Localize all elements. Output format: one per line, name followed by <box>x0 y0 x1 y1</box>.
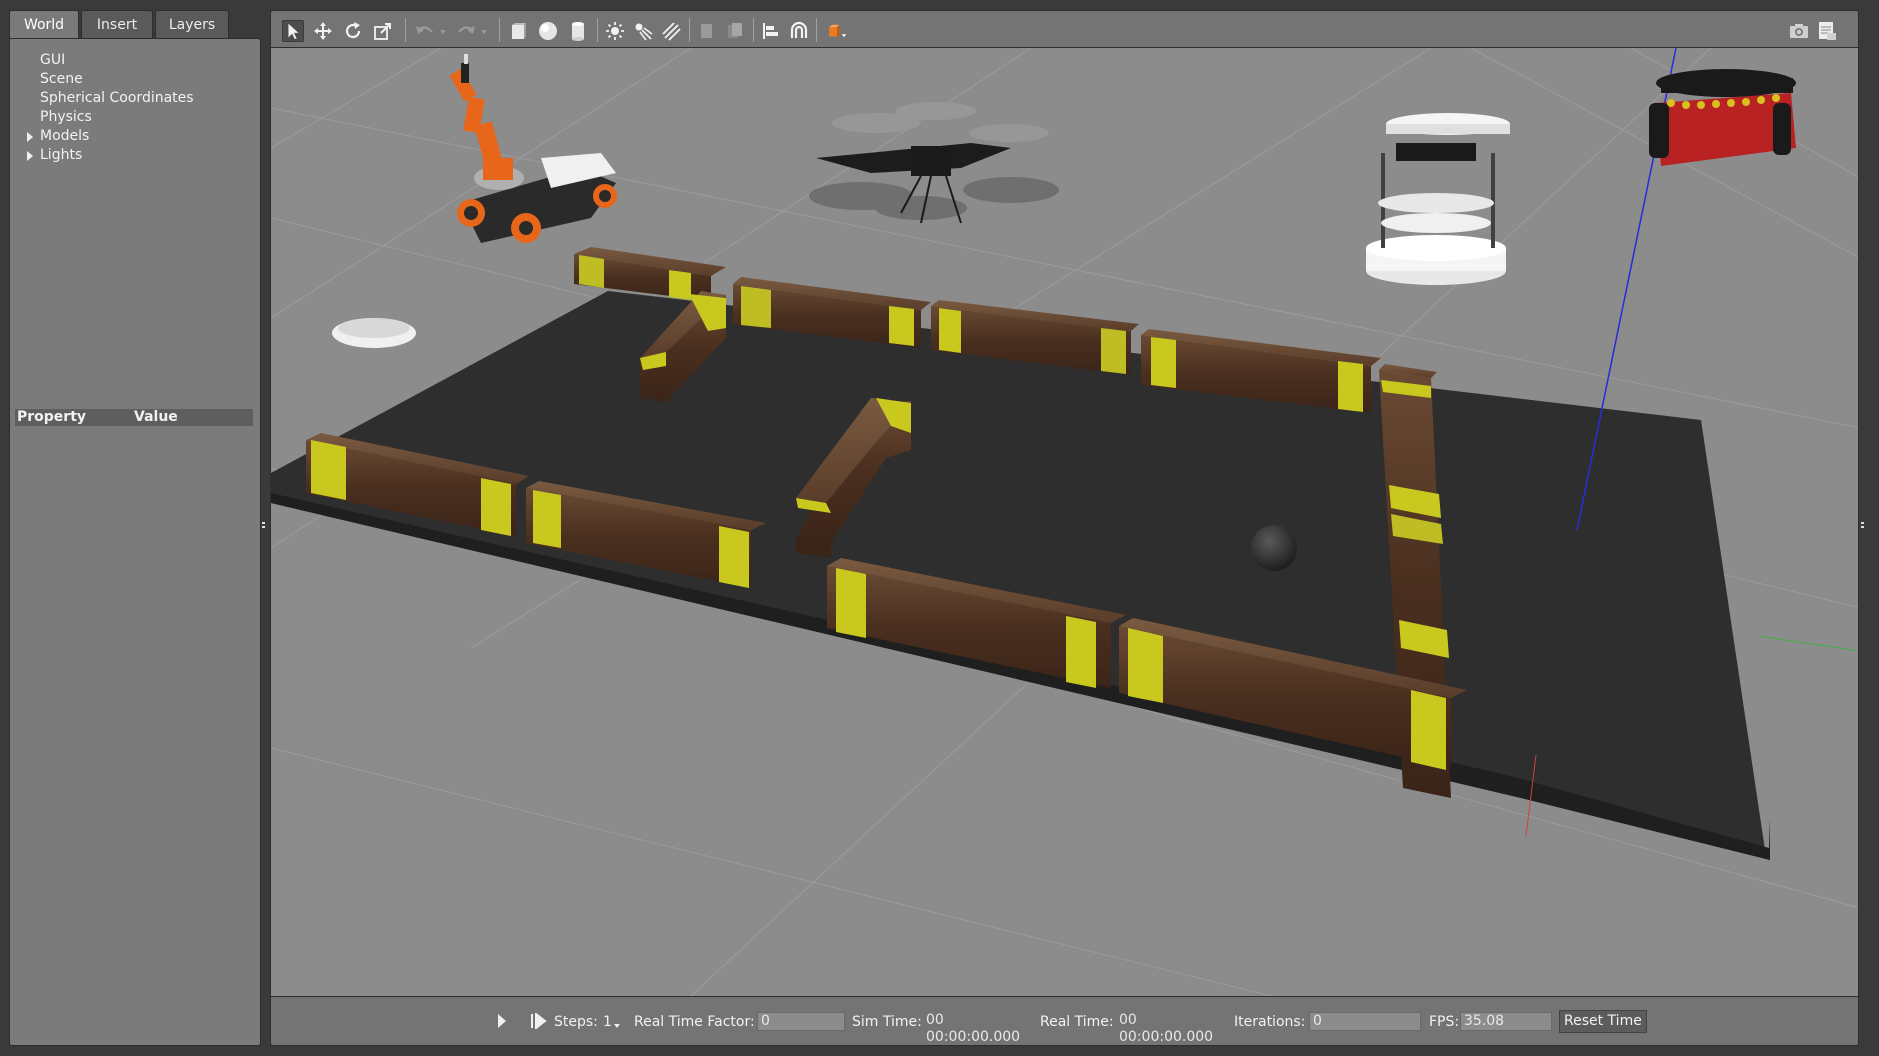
tree-item-spherical-coordinates[interactable]: Spherical Coordinates <box>10 89 260 108</box>
tab-layers[interactable]: Layers <box>155 10 229 38</box>
steps-value[interactable]: 1 <box>603 1012 612 1032</box>
value-column-header[interactable]: Value <box>134 409 178 426</box>
tree-item-label: Physics <box>40 109 92 125</box>
toolbar-separator <box>816 18 817 42</box>
steps-dropdown-icon[interactable] <box>614 1024 620 1028</box>
bowl-object[interactable] <box>332 318 416 348</box>
spot-light-icon[interactable] <box>632 20 654 42</box>
play-icon[interactable] <box>498 1014 506 1028</box>
iterations-label: Iterations: <box>1234 1014 1306 1030</box>
toolbar-separator <box>753 18 754 42</box>
iterations-value: 0 <box>1309 1012 1421 1031</box>
pioneer-robot[interactable] <box>1649 69 1796 166</box>
box-icon[interactable] <box>507 20 529 42</box>
align-icon[interactable] <box>760 20 782 42</box>
toolbar-separator <box>405 18 406 42</box>
real-time-factor-value: 0 <box>757 1012 845 1031</box>
toolbar-separator <box>689 18 690 42</box>
translate-icon[interactable] <box>312 20 334 42</box>
toolbar <box>270 10 1859 48</box>
tree-item-scene[interactable]: Scene <box>10 70 260 89</box>
select-arrow-icon[interactable] <box>282 20 304 42</box>
expand-arrow-icon[interactable] <box>27 151 33 161</box>
toolbar-separator <box>499 18 500 42</box>
real-time-label: Real Time: <box>1040 1014 1114 1030</box>
rotate-icon[interactable] <box>342 20 364 42</box>
tree-item-label: Scene <box>40 71 83 87</box>
tree-item-physics[interactable]: Physics <box>10 108 260 127</box>
snap-icon[interactable] <box>788 20 810 42</box>
tree-item-models[interactable]: Models <box>10 127 260 146</box>
left-splitter-grip[interactable] <box>262 522 266 532</box>
ball-object[interactable] <box>1251 525 1297 571</box>
step-icon[interactable] <box>531 1011 547 1031</box>
sim-time-label: Sim Time: <box>852 1014 922 1030</box>
gazebo-window: World Insert Layers GUI Scene Spherical … <box>0 0 1879 1056</box>
tree-item-lights[interactable]: Lights <box>10 146 260 165</box>
right-splitter-grip[interactable] <box>1861 522 1865 532</box>
tree-item-label: Lights <box>40 147 83 163</box>
world-tree: GUI Scene Spherical Coordinates Physics … <box>10 51 260 165</box>
toolbar-separator <box>597 18 598 42</box>
left-panel: World Insert Layers GUI Scene Spherical … <box>9 10 261 1046</box>
paste-icon[interactable] <box>724 20 746 42</box>
scale-icon[interactable] <box>372 20 394 42</box>
reset-time-button[interactable]: Reset Time <box>1559 1010 1647 1033</box>
property-column-header[interactable]: Property <box>17 409 86 426</box>
tree-item-gui[interactable]: GUI <box>10 51 260 70</box>
sim-time-value: 00 00:00:00.000 <box>926 1012 1021 1045</box>
point-light-icon[interactable] <box>604 20 626 42</box>
tree-item-label: Models <box>40 128 90 144</box>
status-bar: Steps: 1 Real Time Factor: 0 Sim Time: 0… <box>270 996 1859 1046</box>
panel-splitter-handle[interactable] <box>130 401 138 416</box>
real-time-factor-label: Real Time Factor: <box>634 1014 755 1030</box>
directional-light-icon[interactable] <box>660 20 682 42</box>
tree-item-label: GUI <box>40 52 66 68</box>
undo-history-icon[interactable] <box>437 20 449 42</box>
steps-label: Steps: <box>554 1014 598 1030</box>
screenshot-icon[interactable] <box>1788 20 1810 42</box>
sphere-icon[interactable] <box>537 20 559 42</box>
fps-value: 35.08 <box>1460 1012 1552 1031</box>
real-time-value: 00 00:00:00.000 <box>1119 1012 1214 1045</box>
log-icon[interactable] <box>1816 20 1838 42</box>
undo-icon[interactable] <box>414 20 436 42</box>
expand-arrow-icon[interactable] <box>27 132 33 142</box>
3d-viewport[interactable] <box>270 48 1859 996</box>
world-panel: GUI Scene Spherical Coordinates Physics … <box>9 38 261 1046</box>
scene-render <box>271 48 1858 996</box>
tree-item-label: Spherical Coordinates <box>40 90 194 106</box>
cylinder-icon[interactable] <box>567 20 589 42</box>
redo-history-icon[interactable] <box>478 20 490 42</box>
tab-world[interactable]: World <box>9 10 79 38</box>
tab-insert[interactable]: Insert <box>81 10 153 38</box>
redo-icon[interactable] <box>455 20 477 42</box>
panel-tabs: World Insert Layers <box>9 10 229 38</box>
property-table-header: Property Value <box>15 409 253 426</box>
copy-icon[interactable] <box>696 20 718 42</box>
view-angle-icon[interactable] <box>823 20 851 42</box>
fps-label: FPS: <box>1429 1014 1460 1030</box>
